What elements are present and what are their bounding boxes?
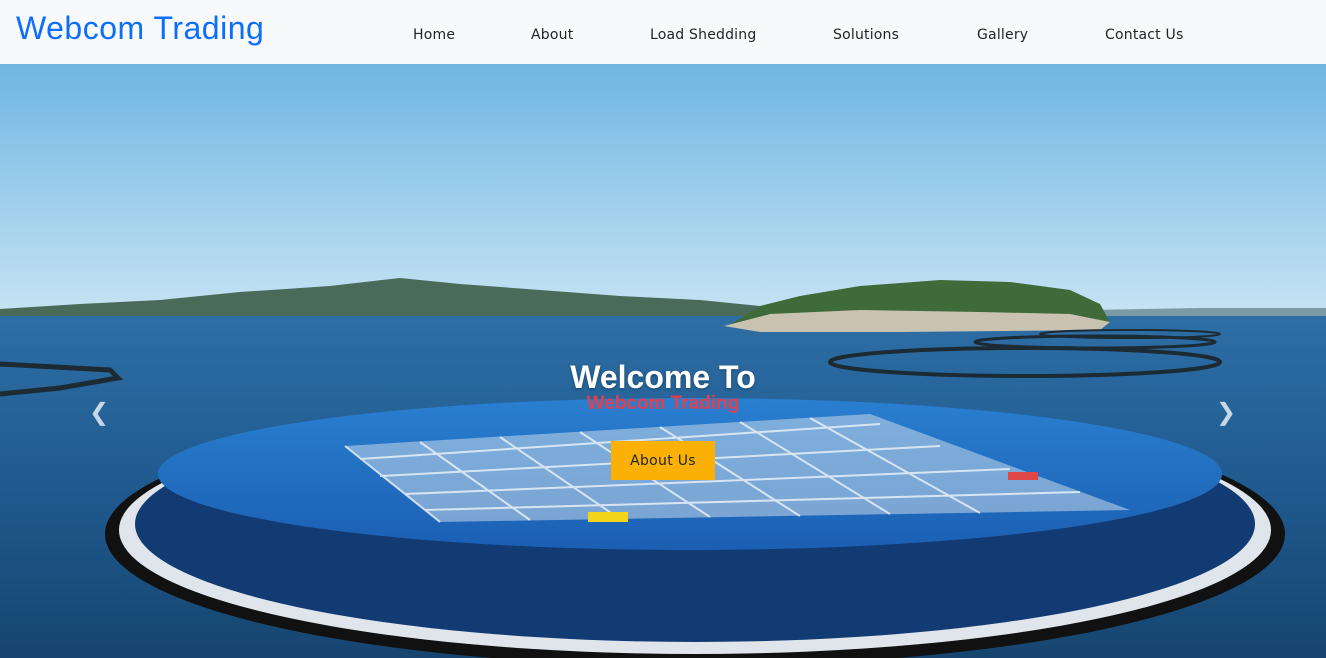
carousel-next-button[interactable]: ❯: [1206, 389, 1246, 435]
nav-link-about[interactable]: About: [531, 27, 573, 43]
hero-heading: Welcome To: [570, 359, 756, 396]
chevron-right-icon: ❯: [1215, 398, 1237, 426]
float-yellow: [588, 512, 628, 522]
nav-link-home[interactable]: Home: [413, 27, 455, 43]
hero-subheading: Webcom Trading: [586, 393, 740, 414]
carousel-prev-button[interactable]: ❮: [79, 389, 119, 435]
top-navbar: Webcom Trading Home About Load Shedding …: [0, 0, 1326, 64]
chevron-left-icon: ❮: [88, 398, 110, 426]
nav-link-gallery[interactable]: Gallery: [977, 27, 1028, 43]
hero-carousel: Welcome To Webcom Trading About Us ❮ ❯: [0, 64, 1326, 658]
nav-link-contact-us[interactable]: Contact Us: [1105, 27, 1183, 43]
about-us-button[interactable]: About Us: [611, 441, 715, 480]
nav-link-load-shedding[interactable]: Load Shedding: [650, 27, 756, 43]
sky: [0, 64, 1326, 314]
brand-logo-link[interactable]: Webcom Trading: [16, 10, 264, 47]
nav-link-solutions[interactable]: Solutions: [833, 27, 899, 43]
float-red: [1008, 472, 1038, 480]
